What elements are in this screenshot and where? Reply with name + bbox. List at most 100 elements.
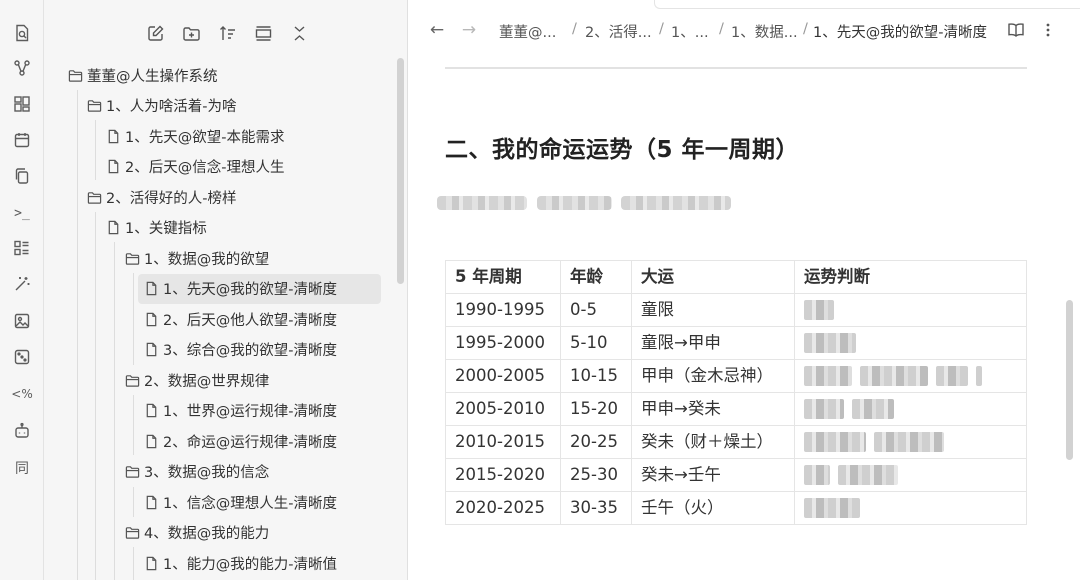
redacted-text	[804, 498, 860, 518]
breadcrumb-item[interactable]: 1、数据...	[731, 21, 798, 42]
reading-view-book-icon[interactable]	[1005, 19, 1027, 41]
tree-item-label: 1、信念@理想人生-清晰度	[163, 495, 337, 512]
tree-item-label: 2、后天@他人欲望-清晰度	[163, 312, 337, 329]
table-cell-age: 0-5	[560, 293, 632, 327]
table-cell-age: 25-30	[560, 458, 632, 492]
indent-guide	[95, 120, 96, 180]
sidebar-scrollbar[interactable]	[397, 58, 404, 284]
forward-arrow-icon[interactable]: →	[458, 19, 480, 41]
tree-file-item[interactable]: 2、命运@运行规律-清晰度	[143, 426, 337, 456]
indent-guide	[133, 487, 134, 517]
table-row: 2005-2010 15-20 甲申→癸未	[445, 392, 1027, 426]
redacted-text	[852, 399, 894, 419]
close-icon[interactable]	[286, 20, 312, 46]
indent-guide	[133, 547, 134, 580]
file-icon	[143, 311, 159, 327]
list-icon[interactable]	[11, 237, 33, 259]
tree-item-label: 3、综合@我的欲望-清晰度	[163, 343, 337, 359]
tree-folder-item[interactable]: 4、数据@我的能力	[124, 518, 269, 548]
tree-folder-item[interactable]: 2、数据@世界规律	[124, 365, 269, 395]
table-cell-period: 2005-2010	[445, 392, 561, 426]
tree-file-item[interactable]: 1、世界@运行规律-清晰度	[143, 396, 337, 426]
horizontal-rule	[445, 67, 1027, 69]
tree-item-label: 2、数据@世界规律	[144, 373, 270, 390]
redacted-text	[804, 333, 856, 353]
folder-open-icon	[124, 250, 140, 266]
table-cell-age: 20-25	[560, 425, 632, 459]
graph-icon[interactable]	[11, 57, 33, 79]
tree-folder-item[interactable]: 2、活得好的人-榜样	[86, 182, 236, 212]
tree-folder-item[interactable]: 1、人为啥活着-为啥	[86, 91, 236, 121]
folder-open-icon	[86, 98, 102, 114]
tree-file-item[interactable]: 1、关键指标	[105, 213, 207, 243]
robot-icon[interactable]	[11, 420, 33, 442]
column-header: 大运	[631, 260, 795, 294]
folder-open-icon	[124, 372, 140, 388]
breadcrumb-separator: /	[659, 21, 664, 37]
table-cell-luck: 甲申（金木忌神）	[631, 359, 795, 393]
back-arrow-icon[interactable]: ←	[426, 19, 448, 41]
table-cell-period: 1995-2000	[445, 326, 561, 360]
table-cell-luck: 癸未→壬午	[631, 458, 795, 492]
sort-icon[interactable]	[214, 20, 240, 46]
tree-item-label: 2、活得好的人-榜样	[106, 190, 237, 207]
new-note-icon[interactable]	[142, 20, 168, 46]
search-icon[interactable]	[11, 22, 33, 44]
redacted-text	[804, 399, 844, 419]
table-row: 1990-1995 0-5 童限	[445, 293, 1027, 327]
breadcrumb-item[interactable]: 2、活得...	[585, 21, 652, 42]
tree-item-label: 2、后天@信念-理想人生	[125, 160, 285, 176]
table-cell-period: 2020-2025	[445, 491, 561, 525]
tree-folder-item[interactable]: 1、数据@我的欲望	[124, 243, 269, 273]
table-cell-judgement	[794, 293, 1027, 327]
file-explorer-sidebar: 董董@人生操作系统 1、人为啥活着-为啥 1、先天@欲望-本能需求 2、后天@信念-理…	[44, 0, 408, 580]
tree-item-label: 1、能力@我的能力-清晰值	[163, 556, 337, 573]
column-header: 5 年周期	[445, 260, 561, 294]
redacted-text	[874, 432, 944, 452]
percent-template-icon[interactable]: <%	[11, 383, 33, 405]
terminal-icon[interactable]: >_	[11, 202, 33, 224]
tree-file-item[interactable]: 1、先天@我的欲望-清晰度	[138, 273, 381, 304]
tree-item-label: 1、世界@运行规律-清晰度	[163, 404, 337, 420]
file-icon	[105, 159, 121, 175]
breadcrumb-item[interactable]: 董董@...	[499, 21, 556, 42]
table-row: 2000-2005 10-15 甲申（金木忌神）	[445, 359, 1027, 393]
more-options-icon[interactable]	[1037, 19, 1059, 41]
tree-file-item[interactable]: 1、信念@理想人生-清晰度	[143, 487, 337, 517]
breadcrumb-separator: /	[572, 21, 577, 37]
collapse-all-icon[interactable]	[250, 20, 276, 46]
tree-file-item[interactable]: 1、能力@我的能力-清晰值	[143, 548, 337, 578]
section-heading: 二、我的命运运势（5 年一周期）	[445, 137, 800, 163]
calendar-icon[interactable]	[11, 129, 33, 151]
image-icon[interactable]	[11, 310, 33, 332]
copy-icon[interactable]	[11, 165, 33, 187]
tree-folder-item[interactable]: 3、数据@我的信念	[124, 457, 269, 487]
tree-file-item[interactable]: 1、先天@欲望-本能需求	[105, 121, 284, 151]
table-cell-period: 2010-2015	[445, 425, 561, 459]
indent-guide	[77, 90, 78, 580]
folder-open-icon	[124, 464, 140, 480]
file-icon	[143, 342, 159, 358]
table-cell-luck: 童限	[631, 293, 795, 327]
dice-icon[interactable]	[11, 346, 33, 368]
tree-file-item[interactable]: 2、后天@信念-理想人生	[105, 152, 284, 182]
fortune-table: 5 年周期 年龄 大运 运势判断 1990-1995 0-5 童限 1995-2000…	[445, 260, 1027, 525]
table-row: 2015-2020 25-30 癸未→壬午	[445, 458, 1027, 492]
layout-grid-icon[interactable]	[11, 93, 33, 115]
redacted-text	[976, 366, 982, 386]
column-header: 运势判断	[794, 260, 1027, 294]
table-cell-period: 2015-2020	[445, 458, 561, 492]
table-cell-period: 1990-1995	[445, 293, 561, 327]
table-cell-judgement	[794, 359, 1027, 393]
tree-folder-item[interactable]: 董董@人生操作系统	[67, 60, 218, 90]
new-folder-icon[interactable]	[178, 20, 204, 46]
sync-icon[interactable]: 同	[11, 457, 33, 479]
breadcrumb-item[interactable]: 1、...	[671, 21, 709, 42]
tree-file-item[interactable]: 2、后天@他人欲望-清晰度	[143, 304, 337, 334]
breadcrumb-current: 1、先天@我的欲望-清晰度	[813, 25, 987, 41]
magic-wand-icon[interactable]	[11, 273, 33, 295]
tree-file-item[interactable]: 3、综合@我的欲望-清晰度	[143, 335, 337, 365]
editor-scrollbar[interactable]	[1066, 300, 1073, 460]
redacted-text	[804, 432, 866, 452]
tree-item-label: 1、先天@我的欲望-清晰度	[163, 282, 337, 298]
